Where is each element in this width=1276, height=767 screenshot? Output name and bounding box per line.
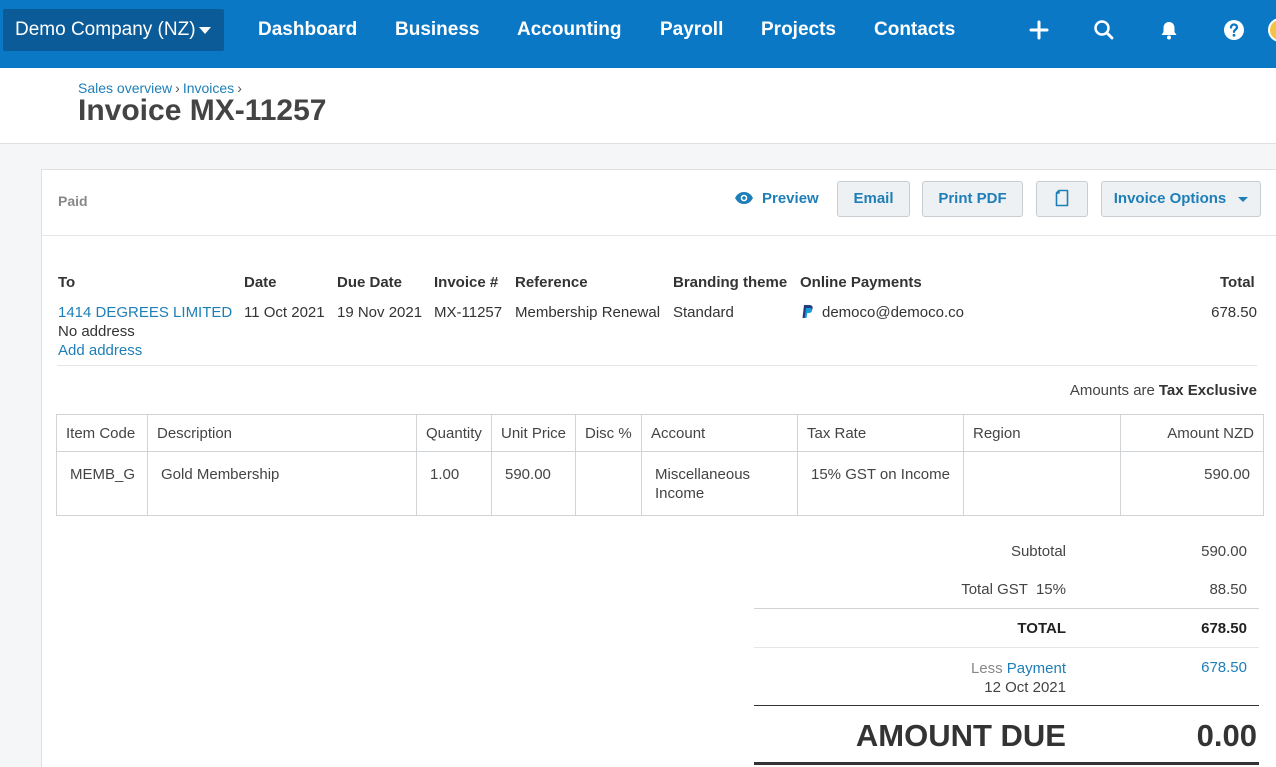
invoice-options-button[interactable]: Invoice Options	[1101, 181, 1261, 217]
bell-icon[interactable]	[1157, 18, 1181, 42]
eye-icon	[735, 191, 753, 204]
invoice-total: 678.50	[1211, 304, 1257, 321]
column-header: Quantity	[417, 415, 491, 452]
label-reference: Reference	[515, 274, 588, 291]
cell-description[interactable]: Gold Membership	[148, 465, 416, 484]
column-header: Region	[964, 415, 1120, 452]
cell-tax-rate[interactable]: 15% GST on Income	[798, 465, 963, 484]
subtotal-value: 590.00	[1201, 543, 1247, 560]
preview-label: Preview	[762, 190, 819, 207]
add-address-link[interactable]: Add address	[58, 341, 232, 360]
label-due-date: Due Date	[337, 274, 403, 291]
label-branding-theme: Branding theme	[673, 274, 788, 291]
invoice-toolbar: Paid Preview Email Print PDF Invoice Opt…	[42, 170, 1276, 236]
copy-button[interactable]	[1036, 181, 1088, 217]
total-value: 678.50	[1201, 620, 1247, 637]
payment-block: Less Payment 12 Oct 2021	[971, 659, 1066, 697]
nav-payroll[interactable]: Payroll	[660, 0, 723, 60]
col-amount: Amount NZD 590.00	[1121, 415, 1263, 515]
cell-unit-price[interactable]: 590.00	[492, 465, 575, 484]
column-header: Account	[642, 415, 797, 452]
less-label: Less	[970, 660, 1003, 677]
cell-account[interactable]: Miscellaneous Income	[642, 465, 797, 503]
invoice-options-label: Invoice Options	[1113, 190, 1227, 207]
nav-projects[interactable]: Projects	[761, 0, 836, 60]
payment-value[interactable]: 678.50	[1201, 659, 1247, 676]
col-account: Account Miscellaneous Income	[642, 415, 798, 515]
col-description: Description Gold Membership	[148, 415, 417, 515]
print-pdf-button[interactable]: Print PDF	[922, 181, 1023, 217]
nav-dashboard[interactable]: Dashboard	[258, 0, 357, 60]
invoice-branding: Standard	[673, 304, 734, 321]
preview-button[interactable]: Preview	[734, 190, 819, 214]
divider	[754, 762, 1259, 765]
tax-mode-label: Amounts are	[1069, 382, 1155, 399]
invoice-number: MX-11257	[434, 304, 503, 321]
gst-value: 88.50	[1209, 581, 1247, 598]
contact-address: No address	[58, 323, 135, 340]
cell-quantity[interactable]: 1.00	[417, 465, 491, 484]
amount-due-label: AMOUNT DUE	[855, 718, 1066, 753]
label-online-payments: Online Payments	[800, 274, 922, 291]
invoice-due-date: 19 Nov 2021	[337, 304, 423, 321]
search-icon[interactable]	[1092, 18, 1116, 42]
invoice-card: Paid Preview Email Print PDF Invoice Opt…	[41, 169, 1276, 767]
subtotal-label: Subtotal	[1010, 543, 1066, 560]
copy-icon	[1055, 189, 1069, 206]
plus-icon[interactable]	[1027, 18, 1051, 42]
label-date: Date	[244, 274, 277, 291]
col-discount: Disc %	[576, 415, 642, 515]
column-header: Unit Price	[492, 415, 575, 452]
contact-block: 1414 DEGREES LIMITED No address Add addr…	[58, 303, 232, 360]
column-header: Item Code	[57, 415, 147, 452]
divider	[754, 647, 1259, 648]
status-badge: Paid	[58, 193, 88, 209]
column-header: Description	[148, 415, 416, 452]
org-switcher[interactable]: Demo Company (NZ)	[3, 9, 224, 51]
cell-item-code[interactable]: MEMB_G	[57, 465, 147, 484]
col-quantity: Quantity 1.00	[417, 415, 492, 515]
page-header: Sales overview › Invoices › Invoice MX-1125…	[0, 68, 1276, 144]
column-header: Amount NZD	[1121, 415, 1263, 452]
online-payments-email: democo@democo.co	[822, 304, 964, 321]
top-nav: Demo Company (NZ) Dashboard Business Acc…	[0, 0, 1276, 68]
column-header: Tax Rate	[798, 415, 963, 452]
col-tax-rate: Tax Rate 15% GST on Income	[798, 415, 964, 515]
column-header: Disc %	[576, 415, 641, 452]
col-item-code: Item Code MEMB_G	[57, 415, 148, 515]
col-region: Region	[964, 415, 1121, 515]
chevron-down-icon	[1238, 196, 1249, 202]
nav-contacts[interactable]: Contacts	[874, 0, 955, 60]
chevron-down-icon	[199, 27, 211, 34]
label-invoice-number: Invoice #	[434, 274, 499, 291]
label-total: Total	[1220, 274, 1255, 291]
nav-accounting[interactable]: Accounting	[517, 0, 622, 60]
amount-due-value: 0.00	[1196, 718, 1257, 753]
help-icon[interactable]	[1222, 18, 1246, 42]
online-payments: democo@democo.co	[802, 303, 964, 322]
label-to: To	[58, 274, 76, 291]
page-title: Invoice MX-11257	[78, 94, 327, 127]
invoice-reference: Membership Renewal	[515, 304, 661, 321]
payment-date: 12 Oct 2021	[984, 679, 1066, 696]
tax-mode-value: Tax Exclusive	[1158, 382, 1257, 399]
avatar[interactable]	[1268, 18, 1276, 42]
email-button[interactable]: Email	[837, 181, 910, 217]
org-name: Demo Company (NZ)	[15, 19, 196, 40]
divider	[754, 608, 1259, 609]
nav-business[interactable]: Business	[395, 0, 479, 60]
total-label: TOTAL	[1017, 620, 1066, 637]
divider	[754, 705, 1259, 706]
invoice-date: 11 Oct 2021	[244, 304, 325, 321]
line-items-table: Item Code MEMB_G Description Gold Member…	[56, 414, 1264, 516]
cell-amount[interactable]: 590.00	[1121, 465, 1263, 484]
paypal-icon	[802, 305, 813, 318]
payment-link[interactable]: Payment	[1007, 660, 1066, 677]
divider	[57, 365, 1257, 366]
tax-mode-note: Amounts are Tax Exclusive	[1070, 382, 1257, 399]
contact-link[interactable]: 1414 DEGREES LIMITED	[58, 303, 232, 322]
gst-label: Total GST 15%	[961, 581, 1066, 598]
col-unit-price: Unit Price 590.00	[492, 415, 576, 515]
